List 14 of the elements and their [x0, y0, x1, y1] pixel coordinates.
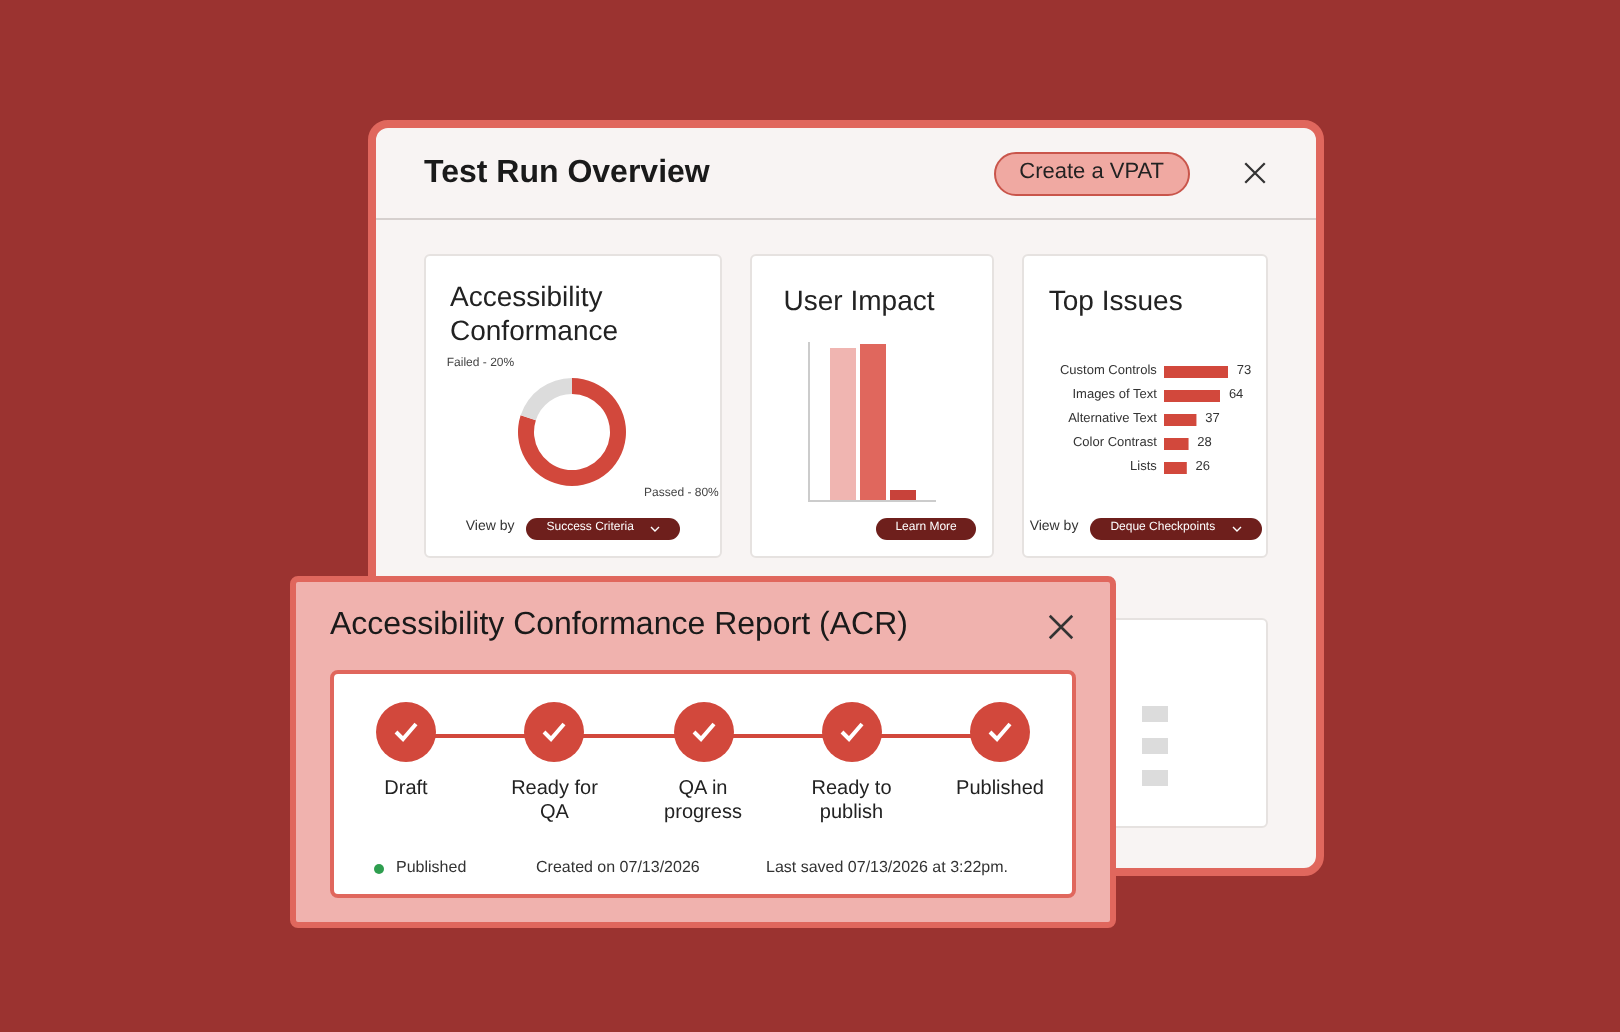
step-label: Published [956, 778, 1044, 802]
created-date: Created on 07/13/2026 [536, 856, 702, 880]
step-label: Ready for QA [509, 778, 600, 826]
card-title: Accessibility Conformance [448, 278, 621, 348]
card-title: Top Issues [1046, 282, 1185, 320]
step-label: Draft [384, 778, 428, 802]
dialog-title: Accessibility Conformance Report (ACR) [330, 606, 910, 646]
saved-date: Last saved 07/13/2026 at 3:22pm. [766, 856, 1008, 880]
window-title: Test Run Overview [424, 153, 712, 193]
step-label: Ready to publish [809, 778, 894, 826]
status-label: Published [396, 856, 469, 880]
step-label: QA in progress [662, 778, 744, 826]
create-vpat-button[interactable]: Create a VPAT [993, 151, 1190, 195]
card-title: User Impact [781, 282, 937, 320]
